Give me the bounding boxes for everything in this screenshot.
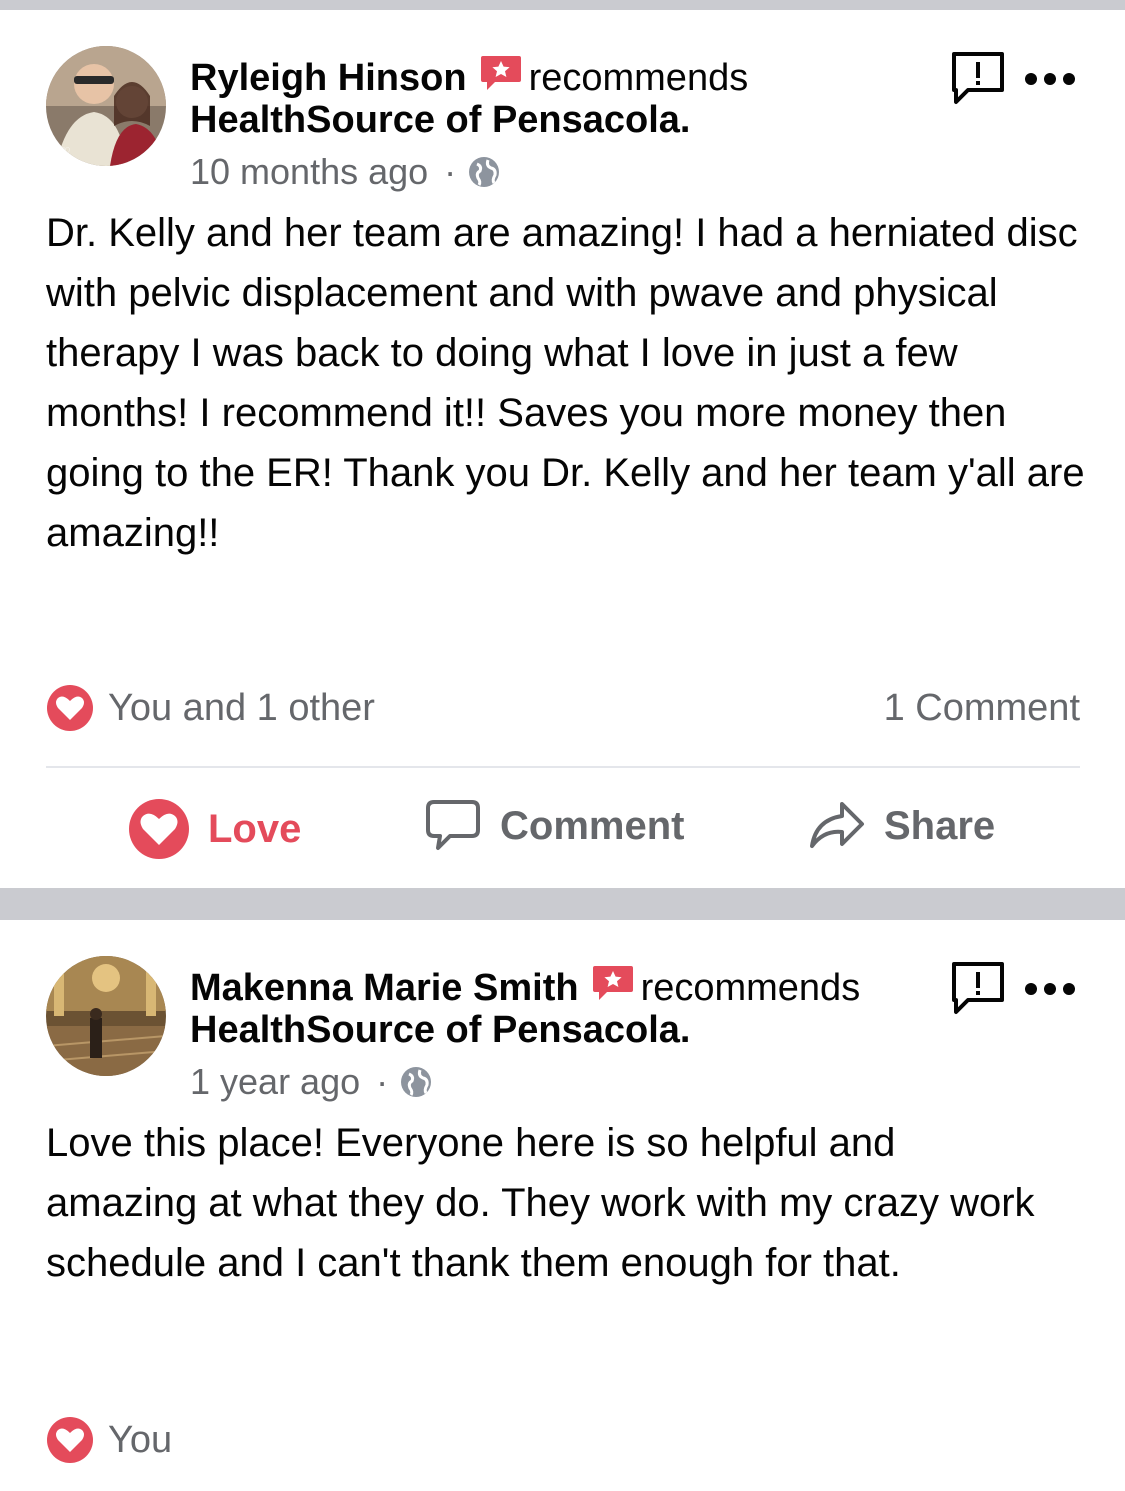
globe-icon bbox=[468, 156, 500, 188]
recommends-label: recommends bbox=[640, 967, 861, 1009]
recommended-page-link[interactable]: HealthSource of Pensacola. bbox=[190, 99, 748, 141]
recommendation-icon bbox=[591, 964, 635, 1004]
comment-button-label: Comment bbox=[500, 803, 685, 848]
love-button-label: Love bbox=[208, 806, 302, 851]
report-icon[interactable] bbox=[950, 960, 1006, 1016]
reactions-count-label: You bbox=[108, 1418, 173, 1461]
meta-dot: · bbox=[444, 151, 457, 192]
reactions-link[interactable]: You bbox=[46, 1416, 172, 1464]
recommended-page-link[interactable]: HealthSource of Pensacola. bbox=[190, 1009, 860, 1051]
post-separator bbox=[0, 888, 1125, 920]
post-2: Makenna Marie Smith recommends HealthSour… bbox=[0, 920, 1125, 1491]
meta-dot: · bbox=[376, 1061, 389, 1102]
recommendation-icon bbox=[479, 54, 523, 94]
reactions-count-label: You and 1 other bbox=[108, 686, 375, 729]
heart-icon bbox=[129, 799, 189, 859]
post-1: ♡ Ryleigh Hinson recommends HealthSource … bbox=[0, 0, 1125, 888]
love-reaction-icon bbox=[46, 684, 94, 732]
post-text: Love this place! Everyone here is so hel… bbox=[46, 1121, 1035, 1285]
author-name[interactable]: Makenna Marie Smith bbox=[190, 967, 579, 1009]
post-text: Dr. Kelly and her team are amazing! I ha… bbox=[46, 211, 1085, 555]
author-name[interactable]: Ryleigh Hinson bbox=[190, 57, 467, 99]
comment-icon bbox=[426, 800, 480, 850]
reactions-link[interactable]: You and 1 other bbox=[46, 684, 375, 732]
comment-button[interactable]: Comment bbox=[424, 798, 684, 854]
author-avatar[interactable] bbox=[46, 956, 166, 1076]
post-meta: 10 months ago · bbox=[190, 152, 500, 192]
post-header: Makenna Marie Smith recommends HealthSour… bbox=[190, 964, 860, 1051]
report-icon[interactable] bbox=[950, 50, 1006, 106]
post-header: Ryleigh Hinson recommends HealthSource of… bbox=[190, 54, 748, 141]
action-bar: Love Comment Share bbox=[0, 798, 1125, 860]
more-options-icon[interactable] bbox=[1024, 970, 1076, 1000]
author-avatar[interactable]: ♡ bbox=[46, 46, 166, 166]
comments-count-link[interactable]: 1 Comment bbox=[884, 687, 1080, 730]
post-timestamp[interactable]: 1 year ago bbox=[190, 1062, 360, 1102]
love-button[interactable]: Love bbox=[128, 798, 301, 860]
reaction-summary: You bbox=[46, 1416, 1080, 1464]
share-icon bbox=[810, 802, 864, 848]
post-meta: 1 year ago · bbox=[190, 1062, 432, 1102]
share-button[interactable]: Share bbox=[808, 798, 995, 854]
action-divider bbox=[46, 766, 1080, 768]
love-reaction-icon bbox=[46, 1416, 94, 1464]
reaction-summary: You and 1 other 1 Comment bbox=[46, 684, 1080, 732]
share-button-label: Share bbox=[884, 803, 996, 848]
svg-text:♡: ♡ bbox=[60, 145, 71, 159]
recommends-label: recommends bbox=[528, 57, 749, 99]
more-options-icon[interactable] bbox=[1024, 60, 1076, 90]
globe-icon bbox=[400, 1066, 432, 1098]
post-timestamp[interactable]: 10 months ago bbox=[190, 152, 428, 192]
